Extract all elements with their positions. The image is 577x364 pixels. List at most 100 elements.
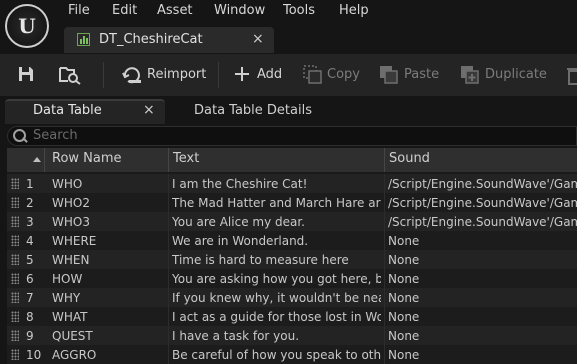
table-row[interactable]: 9 QUEST I have a task for you. None [7, 326, 577, 345]
drag-handle-icon[interactable] [11, 273, 19, 284]
menu-tools[interactable]: Tools [283, 3, 315, 18]
column-gridline [168, 231, 169, 250]
row-text: We are in Wonderland. [172, 234, 309, 248]
column-gridline [168, 345, 169, 364]
row-number: 4 [26, 234, 34, 248]
browse-asset-icon[interactable] [59, 65, 81, 85]
column-gridline [384, 250, 385, 269]
row-text: I act as a guide for those lost in Wonde [172, 310, 381, 324]
row-text: I am the Cheshire Cat! [172, 177, 308, 191]
column-gridline [168, 212, 169, 231]
tab-close-icon[interactable]: × [143, 102, 155, 118]
row-name: WHO [52, 177, 83, 191]
row-sound: None [388, 291, 420, 305]
row-name: WHO2 [52, 196, 90, 210]
search-placeholder: Search [33, 128, 78, 143]
copy-button[interactable]: Copy [327, 67, 360, 82]
tab-data-table-details[interactable]: Data Table Details [194, 103, 312, 118]
column-gridline [168, 174, 169, 193]
column-divider[interactable] [384, 148, 385, 172]
row-number: 2 [26, 196, 34, 210]
drag-handle-icon[interactable] [11, 216, 19, 227]
row-number: 8 [26, 310, 34, 324]
row-sound: /Script/Engine.SoundWave'/Game [388, 177, 577, 191]
duplicate-button[interactable]: Duplicate [485, 67, 547, 82]
plus-icon[interactable] [234, 66, 250, 82]
column-header-row-name[interactable]: Row Name [52, 151, 122, 166]
row-sound: None [388, 234, 420, 248]
menu-window[interactable]: Window [214, 3, 265, 18]
column-divider[interactable] [44, 148, 45, 172]
row-text: You are Alice my dear. [172, 215, 305, 229]
drag-handle-icon[interactable] [11, 254, 19, 265]
row-name: AGGRO [52, 348, 97, 362]
row-name: WHERE [52, 234, 97, 248]
table-row[interactable]: 10 AGGRO Be careful of how you speak to ot… [7, 345, 577, 364]
unreal-logo-icon[interactable]: U [5, 4, 49, 48]
reimport-icon[interactable] [121, 64, 143, 86]
drag-handle-icon[interactable] [11, 235, 19, 246]
drag-handle-icon[interactable] [11, 197, 19, 208]
table-row[interactable]: 5 WHEN Time is hard to measure here None [7, 250, 577, 269]
row-text: Be careful of how you speak to others i [172, 348, 381, 362]
drag-handle-icon[interactable] [11, 311, 19, 322]
row-number: 9 [26, 329, 34, 343]
toolbar-separator [218, 62, 219, 88]
column-header-sound[interactable]: Sound [389, 151, 430, 166]
asset-tab-label: DT_CheshireCat [99, 32, 203, 47]
row-number: 1 [26, 177, 34, 191]
row-number: 5 [26, 253, 34, 267]
row-number: 10 [26, 348, 42, 362]
column-gridline [384, 174, 385, 193]
tab-data-table-label: Data Table [33, 103, 102, 118]
table-row[interactable]: 8 WHAT I act as a guide for those lost in … [7, 307, 577, 326]
drag-handle-icon[interactable] [11, 349, 19, 360]
reimport-button[interactable]: Reimport [147, 67, 206, 82]
menu-file[interactable]: File [68, 3, 90, 18]
column-gridline [168, 288, 169, 307]
drag-handle-icon[interactable] [11, 292, 19, 303]
duplicate-icon[interactable] [460, 65, 480, 85]
row-name: WHO3 [52, 215, 90, 229]
logo-glyph: U [18, 14, 36, 38]
column-gridline [168, 307, 169, 326]
column-gridline [384, 326, 385, 345]
add-row-button[interactable]: Add [257, 67, 282, 82]
drag-handle-icon[interactable] [11, 178, 19, 189]
column-gridline [384, 269, 385, 288]
menu-asset[interactable]: Asset [157, 3, 193, 18]
delete-icon[interactable] [566, 65, 577, 85]
row-sound: None [388, 348, 420, 362]
asset-tab-close-icon[interactable]: × [252, 31, 264, 47]
data-table-icon [77, 33, 90, 46]
paste-button[interactable]: Paste [404, 67, 439, 82]
row-name: HOW [52, 272, 83, 286]
row-sound: None [388, 329, 420, 343]
table-row[interactable]: 7 WHY If you knew why, it wouldn't be near… [7, 288, 577, 307]
column-gridline [168, 193, 169, 212]
column-header-text[interactable]: Text [173, 151, 199, 166]
table-row[interactable]: 4 WHERE We are in Wonderland. None [7, 231, 577, 250]
row-sound: None [388, 310, 420, 324]
row-text: I have a task for you. [172, 329, 300, 343]
column-gridline [168, 250, 169, 269]
menu-edit[interactable]: Edit [112, 3, 137, 18]
column-divider[interactable] [168, 148, 169, 172]
drag-handle-icon[interactable] [11, 330, 19, 341]
table-row[interactable]: 6 HOW You are asking how you got here, but… [7, 269, 577, 288]
table-row[interactable]: 3 WHO3 You are Alice my dear. /Script/Engin… [7, 212, 577, 231]
table-row[interactable]: 2 WHO2 The Mad Hatter and March Hare are h… [7, 193, 577, 212]
menu-help[interactable]: Help [339, 3, 369, 18]
row-text: Time is hard to measure here [172, 253, 349, 267]
sort-ascending-icon[interactable] [33, 157, 41, 162]
table-row[interactable]: 1 WHO I am the Cheshire Cat! /Script/Engine… [7, 174, 577, 193]
row-sound: None [388, 253, 420, 267]
save-icon[interactable] [18, 66, 34, 82]
paste-icon[interactable] [379, 65, 399, 85]
row-name: WHEN [52, 253, 90, 267]
column-gridline [384, 288, 385, 307]
row-text: You are asking how you got here, but I [172, 272, 381, 286]
search-input[interactable] [7, 126, 577, 146]
row-sound: None [388, 272, 420, 286]
copy-icon[interactable] [303, 65, 323, 85]
